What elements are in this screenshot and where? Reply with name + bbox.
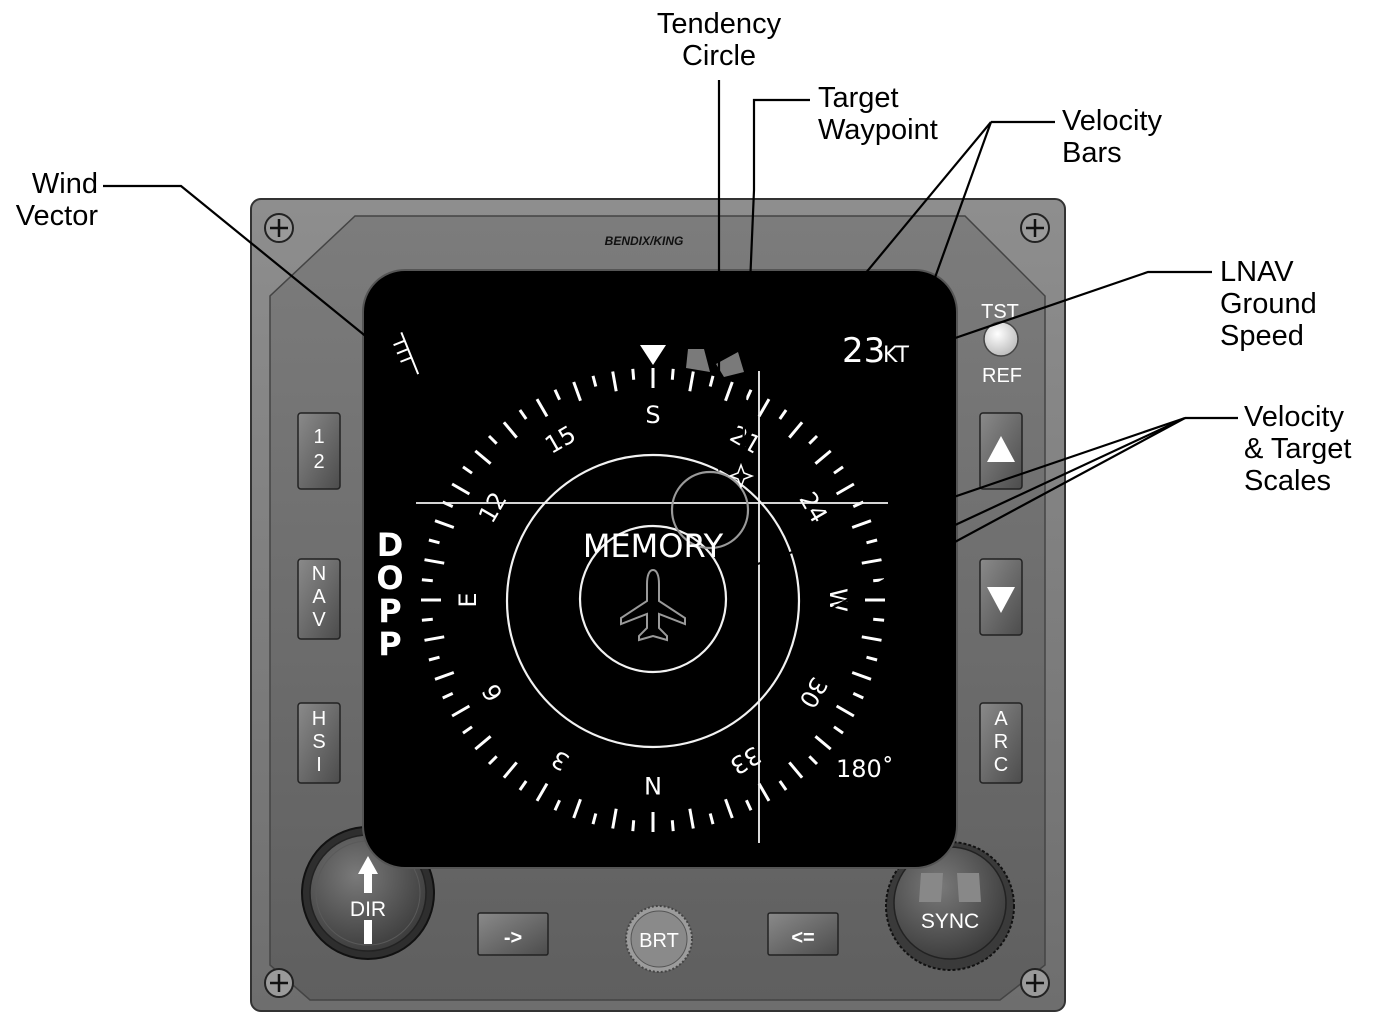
ref-label: REF	[982, 365, 1022, 387]
callout-tendency-circle-line2: Circle	[682, 40, 756, 72]
compass-label: S	[645, 401, 660, 429]
callout-velocity-bars-line2: Bars	[1062, 137, 1122, 169]
callout-wind-vector-line2: Vector	[16, 200, 99, 232]
brt-knob-label: BRT	[639, 930, 679, 952]
range-readout: 180˚	[836, 755, 894, 783]
callout-scales-line3: Scales	[1244, 465, 1331, 497]
up-button[interactable]	[979, 412, 1023, 490]
callout-lnav-line1: LNAV	[1220, 256, 1294, 288]
hsi-button-line2: S	[312, 731, 325, 753]
left-button-12-line1: 1	[313, 426, 324, 448]
compass-tick	[873, 617, 885, 622]
compass-tick	[421, 578, 433, 583]
ground-speed-value: 23	[842, 331, 885, 371]
compass-label: E	[454, 592, 482, 607]
hsi-button-line1: H	[312, 708, 326, 730]
dir-arrow-tail	[364, 920, 372, 944]
left-button-12-line2: 2	[313, 451, 324, 473]
mode-letter-4: P	[378, 625, 401, 663]
mode-indicator: D O P P	[376, 526, 403, 663]
nav-button-line2: A	[312, 586, 326, 608]
compass-tick	[631, 368, 636, 380]
screw-icon	[1020, 213, 1050, 243]
nav-button[interactable]: N A V	[297, 558, 341, 640]
diagram-canvas: BENDIX/KING 1 2 N A V H S I A R C TST RE…	[16, 8, 1351, 1012]
callout-lnav-line3: Speed	[1220, 320, 1304, 352]
callout-scales-line1: Velocity	[1244, 401, 1344, 433]
tst-label: TST	[981, 301, 1019, 323]
nav-button-line3: V	[312, 609, 326, 631]
callout-scales-line2: & Target	[1244, 433, 1351, 465]
callout-target-waypoint-line1: Target	[818, 82, 899, 114]
arc-button[interactable]: A R C	[979, 702, 1023, 784]
compass-tick	[670, 820, 675, 832]
dir-knob-label: DIR	[350, 898, 386, 921]
hsi-button-line3: I	[316, 754, 322, 776]
arrow-left-button[interactable]: <=	[767, 912, 839, 956]
brt-knob[interactable]: BRT	[625, 905, 693, 973]
screw-icon	[264, 968, 294, 998]
arc-button-line2: R	[994, 731, 1008, 753]
callout-lnav-line2: Ground	[1220, 288, 1317, 320]
hsi-button[interactable]: H S I	[297, 702, 341, 784]
arrow-left-label: <=	[791, 927, 814, 949]
screw-icon	[264, 213, 294, 243]
arc-button-line1: A	[994, 708, 1008, 730]
callout-target-waypoint-line2: Waypoint	[818, 114, 938, 146]
compass-tick	[421, 617, 433, 622]
callout-velocity-bars-line1: Velocity	[1062, 105, 1162, 137]
sync-knob-label: SYNC	[921, 910, 979, 933]
brand-label: BENDIX/KING	[605, 234, 684, 248]
sync-heading-bug-icon-2	[957, 873, 981, 902]
screw-icon	[1020, 968, 1050, 998]
compass-label: N	[644, 771, 662, 799]
arc-button-line3: C	[994, 754, 1008, 776]
nav-button-line1: N	[312, 563, 326, 585]
sync-heading-bug-icon	[919, 873, 943, 902]
arrow-right-button[interactable]: ->	[477, 912, 549, 956]
callout-tendency-circle-line1: Tendency	[657, 8, 782, 40]
callout-wind-vector-line1: Wind	[32, 168, 98, 200]
down-button[interactable]	[979, 558, 1023, 636]
memory-annunciation: MEMORY	[583, 527, 724, 565]
dir-arrow-shaft	[364, 873, 372, 893]
ground-speed-unit: KT	[883, 343, 910, 368]
compass-tick	[631, 820, 636, 832]
arrow-right-label: ->	[504, 927, 522, 949]
instrument-bezel: BENDIX/KING 1 2 N A V H S I A R C TST RE…	[250, 198, 1066, 1012]
left-button-12[interactable]: 1 2	[297, 412, 341, 490]
compass-tick	[670, 368, 675, 380]
